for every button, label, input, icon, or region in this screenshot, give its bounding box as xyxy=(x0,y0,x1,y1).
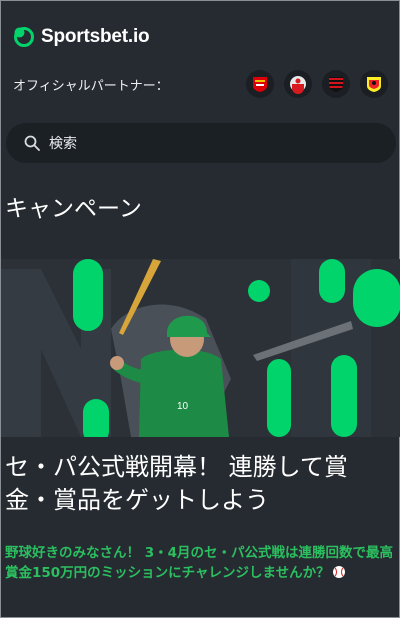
arsenal-crest-icon[interactable] xyxy=(246,70,274,98)
sportsbet-logo-icon[interactable] xyxy=(13,26,35,48)
promo-banner-image[interactable]: 10 xyxy=(1,259,400,437)
search-input[interactable]: 検索 xyxy=(49,133,77,153)
brand-name[interactable]: Sportsbet.io xyxy=(41,26,150,48)
promo-title[interactable]: セ・パ公式戦開幕！ 連勝して賞金・賞品をゲットしよう xyxy=(5,451,395,517)
partner-badges xyxy=(246,70,388,98)
promo-description: 野球好きのみなさん！ 3・4月のセ・パ公式戦は連勝回数で最高賞金150万円のミッ… xyxy=(5,543,397,583)
southampton-crest-icon[interactable] xyxy=(284,70,312,98)
page-title: キャンペーン xyxy=(5,196,142,222)
official-partners: オフィシャルパートナー： xyxy=(13,69,389,99)
header: Sportsbet.io xyxy=(13,23,150,51)
baseball-icon xyxy=(332,565,346,579)
search-bar[interactable]: 検索 xyxy=(6,123,396,163)
search-icon xyxy=(24,134,42,152)
flamengo-crest-icon[interactable] xyxy=(322,70,350,98)
watford-crest-icon[interactable] xyxy=(360,70,388,98)
svg-text:10: 10 xyxy=(177,401,189,412)
partners-label: オフィシャルパートナー： xyxy=(13,78,169,94)
